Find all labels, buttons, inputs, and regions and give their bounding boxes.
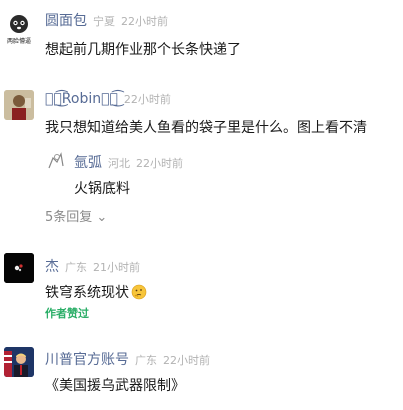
sketch-avatar-icon <box>48 152 64 169</box>
avatar[interactable]: 两脸懵逼 <box>4 13 34 45</box>
comment-text[interactable]: 《美国援乌武器限制》 <box>45 375 185 395</box>
timestamp: 22小时前 <box>163 354 210 367</box>
comment-meta: 杰 广东 21小时前 <box>45 256 140 276</box>
timestamp: 22小时前 <box>121 15 168 28</box>
person-flag-avatar-icon <box>4 347 34 377</box>
comment-text[interactable]: 铁穹系统现状 <box>45 282 147 304</box>
comment-meta: 圆面包 宁夏 22小时前 <box>45 10 168 30</box>
reply-author-name[interactable]: 氩弧 <box>74 152 102 172</box>
person-avatar-icon <box>4 90 34 120</box>
author-liked-badge: 作者赞过 <box>45 307 89 320</box>
location: 广东 <box>65 261 87 274</box>
avatar[interactable] <box>4 90 34 120</box>
location: 宁夏 <box>93 15 115 28</box>
reply-location: 河北 <box>108 157 130 170</box>
avatar[interactable] <box>4 253 34 283</box>
timestamp: 22小时前 <box>123 93 171 106</box>
view-replies-button[interactable]: 5条回复 ⌄ <box>45 206 107 225</box>
reply-text[interactable]: 火锅底料 <box>74 178 130 198</box>
comment-text[interactable]: 我只想知道给美人鱼看的袋子里是什么。图上看不清 <box>45 117 367 137</box>
thinking-face-icon <box>131 284 147 304</box>
author-name[interactable]: 川普官方账号 <box>45 349 129 369</box>
reply-timestamp: 22小时前 <box>136 157 183 170</box>
comment-text-content: 铁穹系统现状 <box>45 285 129 301</box>
reply-meta: 氩弧 河北 22小时前 <box>74 152 183 172</box>
author-name[interactable]: 杰 <box>45 256 59 276</box>
avatar-caption: 两脸懵逼 <box>6 38 31 45</box>
dark-avatar-icon <box>4 253 34 283</box>
avatar[interactable] <box>4 347 34 377</box>
timestamp: 21小时前 <box>93 261 140 274</box>
comment-text[interactable]: 想起前几期作业那个长条快递了 <box>45 39 241 59</box>
comment-meta: ৡৢ͜͡Robinৡৢ͜͡ 22小时前 <box>45 91 171 107</box>
comment-meta: 川普官方账号 广东 22小时前 <box>45 349 210 369</box>
reply-avatar[interactable] <box>45 150 67 172</box>
author-name[interactable]: 圆面包 <box>45 10 87 30</box>
location: 广东 <box>135 354 157 367</box>
author-name[interactable]: ৡৢ͜͡Robinৡৢ͜͡ <box>45 91 118 107</box>
